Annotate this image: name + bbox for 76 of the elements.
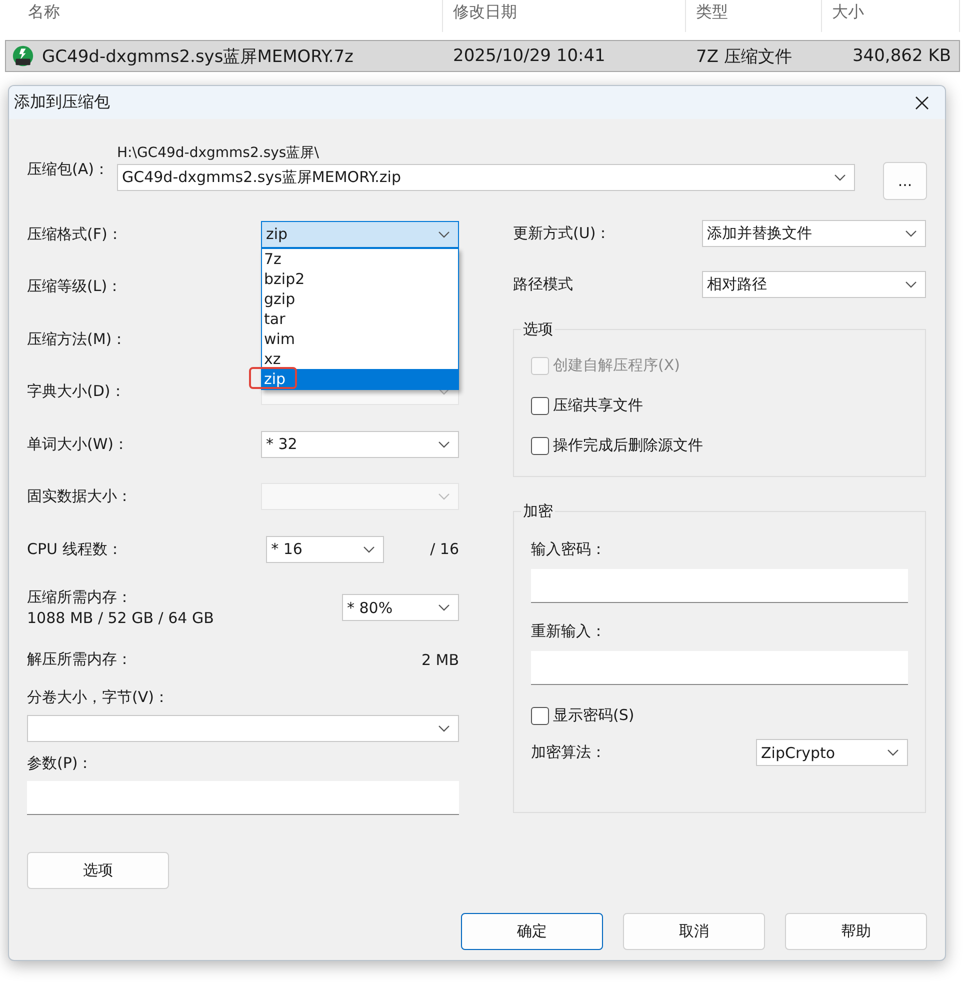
field-label: 解压所需内存： bbox=[27, 650, 132, 669]
dialog-button[interactable]: 确定 bbox=[461, 912, 603, 950]
list-option[interactable]: gzip bbox=[262, 288, 458, 309]
checkbox[interactable] bbox=[531, 436, 549, 454]
password-field[interactable] bbox=[531, 651, 908, 685]
thread-total: / 16 bbox=[430, 540, 459, 558]
checkbox[interactable] bbox=[531, 396, 549, 414]
options-button[interactable]: 选项 bbox=[27, 852, 169, 888]
field-label: 压缩等级(L)： bbox=[27, 277, 122, 296]
chevron-down-icon bbox=[834, 174, 846, 181]
type-cell-text: 7Z 压缩文件 bbox=[696, 46, 792, 68]
dropdown[interactable]: * 16 bbox=[266, 536, 384, 563]
list-option[interactable]: xz bbox=[262, 348, 458, 369]
field-label: 压缩方法(M)： bbox=[27, 330, 127, 349]
browse-button[interactable]: ... bbox=[883, 162, 927, 200]
archive-icon bbox=[12, 45, 34, 67]
list-option[interactable]: zip bbox=[262, 368, 458, 389]
path-text: H:\GC49d-dxgmms2.sys蓝屏\ bbox=[117, 144, 320, 163]
field-label: 参数(P)： bbox=[27, 754, 94, 772]
checkbox-label: 压缩共享文件 bbox=[553, 396, 643, 415]
dropdown[interactable]: ZipCrypto bbox=[756, 739, 908, 766]
field-label: 路径模式 bbox=[513, 275, 573, 294]
file-name: GC49d-dxgmms2.sys蓝屏MEMORY.7z bbox=[42, 46, 354, 68]
group-title: 选项 bbox=[521, 320, 555, 339]
field-label: 更新方式(U)： bbox=[513, 224, 611, 243]
list-option[interactable]: 7z bbox=[262, 248, 458, 269]
field-label: 固实数据大小： bbox=[27, 487, 132, 506]
field-label: 分卷大小，字节(V)： bbox=[27, 688, 170, 706]
dropdown[interactable]: 添加并替换文件 bbox=[702, 220, 926, 247]
list-option[interactable]: wim bbox=[262, 328, 458, 349]
checkbox-label: 显示密码(S) bbox=[553, 706, 634, 725]
chevron-down-icon bbox=[438, 388, 450, 396]
field-label: 压缩格式(F)： bbox=[27, 224, 122, 244]
memory-value: 1088 MB / 52 GB / 64 GB bbox=[27, 609, 214, 627]
field-label: CPU 线程数： bbox=[27, 540, 122, 559]
parameters-field[interactable] bbox=[27, 780, 459, 814]
password-field[interactable] bbox=[531, 569, 908, 603]
list-option[interactable]: bzip2 bbox=[262, 268, 458, 289]
dialog-button[interactable]: 取消 bbox=[623, 912, 765, 950]
chevron-down-icon bbox=[905, 281, 917, 288]
chevron-down-icon bbox=[887, 749, 899, 756]
checkbox-label: 创建自解压程序(X) bbox=[553, 356, 680, 375]
field-label: 单词大小(W)： bbox=[27, 434, 129, 454]
date-cell: 2025/10/29 10:41 bbox=[453, 46, 606, 66]
group-title: 加密 bbox=[521, 502, 555, 521]
field-label: 字典大小(D)： bbox=[27, 382, 126, 402]
column-header[interactable]: 修改日期 bbox=[453, 2, 517, 21]
field-label: 压缩所需内存： bbox=[27, 588, 133, 607]
checkbox[interactable] bbox=[531, 706, 549, 724]
chevron-down-icon bbox=[905, 230, 917, 237]
list-option[interactable]: tar bbox=[262, 308, 458, 329]
chevron-down-icon bbox=[438, 604, 450, 611]
dropdown[interactable]: GC49d-dxgmms2.sys蓝屏MEMORY.zip bbox=[117, 164, 855, 191]
field-label: 加密算法： bbox=[531, 743, 606, 762]
window-title: 添加到压缩包 bbox=[14, 92, 110, 113]
dropdown[interactable]: * 32 bbox=[261, 430, 459, 458]
field-label: 重新输入： bbox=[531, 622, 607, 641]
column-header[interactable]: 名称 bbox=[28, 2, 60, 21]
field-label: 压缩包(A)： bbox=[27, 160, 110, 179]
chevron-down-icon bbox=[438, 440, 450, 448]
dropdown[interactable]: * 80% bbox=[342, 594, 459, 621]
chevron-down-icon bbox=[438, 493, 450, 500]
checkbox-label: 操作完成后删除源文件 bbox=[553, 436, 703, 455]
close-icon bbox=[915, 96, 929, 110]
memory-value: 2 MB bbox=[421, 650, 459, 668]
chevron-down-icon bbox=[438, 724, 450, 732]
dropdown[interactable]: 相对路径 bbox=[702, 271, 926, 298]
dropdown[interactable]: zip bbox=[261, 220, 459, 248]
column-header[interactable]: 大小 bbox=[832, 2, 864, 21]
file-row[interactable]: GC49d-dxgmms2.sys蓝屏MEMORY.7z 2025/10/29 10:41 7Z 压缩文件 340,862 KB bbox=[5, 40, 960, 72]
chevron-down-icon bbox=[363, 546, 376, 553]
dialog-button[interactable]: 帮助 bbox=[785, 912, 927, 950]
size-cell: 340,862 KB bbox=[852, 46, 951, 66]
chevron-down-icon bbox=[438, 230, 450, 238]
field-label: 输入密码： bbox=[531, 540, 607, 559]
column-header[interactable]: 类型 bbox=[696, 2, 728, 21]
